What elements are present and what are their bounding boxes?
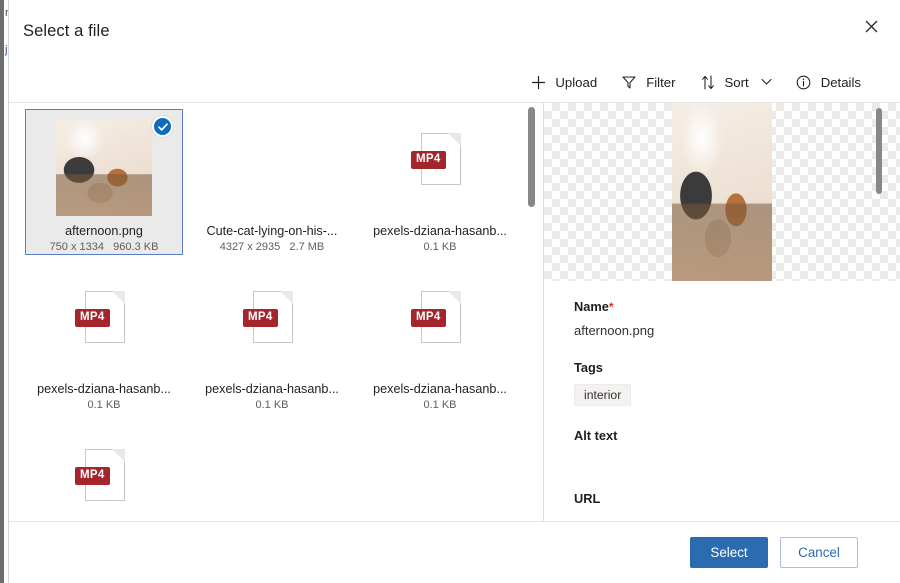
mp4-badge-label: MP4	[243, 309, 278, 327]
command-bar: Upload Filter Sort	[9, 62, 900, 102]
filter-button[interactable]: Filter	[612, 66, 684, 98]
file-metadata-list: Name* afternoon.png Tags interior Alt te…	[544, 281, 900, 506]
details-button[interactable]: Details	[787, 66, 870, 98]
details-scrollbar-thumb[interactable]	[876, 108, 882, 194]
sort-label: Sort	[725, 75, 749, 90]
cancel-button[interactable]: Cancel	[780, 537, 858, 568]
file-thumbnail	[56, 120, 152, 216]
mp4-badge-label: MP4	[75, 467, 110, 485]
file-grid-scrollbar[interactable]	[528, 107, 535, 517]
preview-image	[672, 103, 772, 281]
mp4-file-icon: MP4	[411, 291, 469, 361]
file-grid: afternoon.png 750 x 1334 960.3 KB Cute-cat…	[9, 103, 543, 521]
file-tile[interactable]: MP4 pexels-dziana-hasanb... 0.1 KB	[361, 267, 519, 413]
file-thumbnail	[212, 436, 332, 521]
mp4-file-icon: MP4	[75, 449, 133, 519]
file-type-icon: MP4	[392, 120, 488, 216]
dialog-body: afternoon.png 750 x 1334 960.3 KB Cute-cat…	[9, 102, 900, 521]
file-name: pexels-dziana-hasanb...	[373, 382, 507, 396]
mp4-file-icon: MP4	[243, 291, 301, 361]
filter-label: Filter	[646, 75, 675, 90]
file-meta: 4327 x 2935 2.7 MB	[220, 241, 325, 253]
file-meta: 0.1 KB	[87, 399, 120, 411]
mp4-badge-label: MP4	[411, 309, 446, 327]
file-grid-scrollbar-thumb[interactable]	[528, 107, 535, 207]
file-tile[interactable]	[193, 425, 351, 521]
file-tile[interactable]	[361, 425, 519, 521]
select-button[interactable]: Select	[690, 537, 768, 568]
thumbnail-image	[212, 120, 332, 216]
file-type-icon: MP4	[392, 278, 488, 374]
close-button[interactable]	[852, 11, 890, 45]
tags-field-value: interior	[574, 384, 878, 406]
file-meta: 0.1 KB	[255, 399, 288, 411]
plus-icon	[530, 74, 546, 90]
file-tile[interactable]: MP4	[25, 425, 183, 521]
file-name: pexels-dziana-hasanb...	[37, 382, 171, 396]
sort-button[interactable]: Sort	[691, 66, 781, 98]
file-tile[interactable]: MP4 pexels-dziana-hasanb... 0.1 KB	[193, 267, 351, 413]
file-preview	[544, 103, 900, 281]
close-icon	[865, 20, 878, 36]
file-name: Cute-cat-lying-on-his-...	[207, 224, 338, 238]
details-scrollbar[interactable]	[876, 108, 882, 318]
details-label: Details	[821, 75, 861, 90]
sort-arrows-icon	[700, 74, 716, 90]
upload-button[interactable]: Upload	[521, 66, 606, 98]
thumbnail-image	[380, 436, 500, 521]
url-field-label: URL	[574, 491, 878, 506]
selected-check-icon[interactable]	[152, 116, 173, 137]
dialog-title: Select a file	[23, 22, 110, 41]
file-type-icon: MP4	[224, 278, 320, 374]
info-icon	[796, 74, 812, 90]
details-pane: Name* afternoon.png Tags interior Alt te…	[543, 103, 900, 521]
mp4-badge-label: MP4	[75, 309, 110, 327]
file-tile[interactable]: Cute-cat-lying-on-his-... 4327 x 2935 2.7…	[193, 109, 351, 255]
select-a-file-dialog: Select a file Upload F	[8, 0, 900, 583]
file-thumbnail	[380, 436, 500, 521]
file-tile[interactable]: MP4 pexels-dziana-hasanb... 0.1 KB	[361, 109, 519, 255]
name-field-label: Name*	[574, 299, 878, 314]
dialog-footer: Select Cancel	[9, 521, 900, 583]
file-type-icon: MP4	[56, 436, 152, 521]
file-grid-pane: afternoon.png 750 x 1334 960.3 KB Cute-cat…	[9, 103, 543, 521]
file-tile[interactable]: afternoon.png 750 x 1334 960.3 KB	[25, 109, 183, 255]
mp4-file-icon: MP4	[75, 291, 133, 361]
name-field-value[interactable]: afternoon.png	[574, 323, 878, 338]
window-edge	[0, 0, 4, 583]
spacer	[574, 465, 878, 491]
file-meta: 0.1 KB	[423, 241, 456, 253]
file-meta: 750 x 1334 960.3 KB	[50, 241, 159, 253]
required-asterisk: *	[609, 300, 614, 314]
tags-field-label: Tags	[574, 360, 878, 375]
alt-text-field-label: Alt text	[574, 428, 878, 443]
thumbnail-image	[56, 120, 152, 216]
file-thumbnail	[212, 120, 332, 216]
file-name: afternoon.png	[65, 224, 143, 238]
mp4-file-icon: MP4	[411, 133, 469, 203]
file-type-icon: MP4	[56, 278, 152, 374]
thumbnail-image	[212, 436, 332, 521]
tag-chip[interactable]: interior	[574, 384, 631, 406]
dialog-header: Select a file	[9, 0, 900, 62]
file-name: pexels-dziana-hasanb...	[205, 382, 339, 396]
file-meta: 0.1 KB	[423, 399, 456, 411]
mp4-badge-label: MP4	[411, 151, 446, 169]
chevron-down-icon	[761, 78, 772, 86]
filter-icon	[621, 74, 637, 90]
file-name: pexels-dziana-hasanb...	[373, 224, 507, 238]
upload-label: Upload	[555, 75, 597, 90]
file-tile[interactable]: MP4 pexels-dziana-hasanb... 0.1 KB	[25, 267, 183, 413]
